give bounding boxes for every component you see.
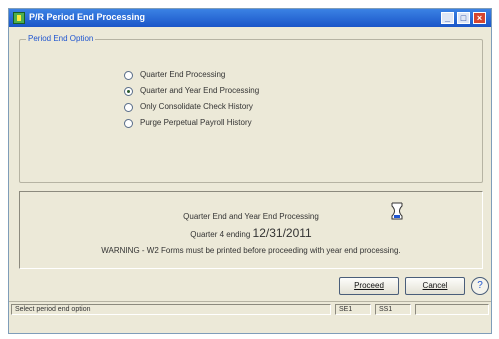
window-title: P/R Period End Processing	[29, 12, 146, 22]
maximize-button[interactable]: □	[457, 12, 470, 24]
option-label: Quarter End Processing	[140, 70, 226, 79]
status-user: SS1	[375, 304, 411, 315]
period-text: Quarter 4 ending	[190, 230, 251, 239]
status-bar: Select period end option SE1 SS1	[9, 301, 491, 315]
app-icon	[13, 12, 25, 24]
warning-text: WARNING - W2 Forms must be printed befor…	[101, 246, 401, 255]
minimize-button[interactable]: _	[441, 12, 454, 24]
hourglass-cursor-icon	[391, 202, 403, 220]
period-date: 12/31/2011	[252, 226, 312, 240]
cancel-button[interactable]: Cancel	[405, 277, 465, 295]
option-label: Only Consolidate Check History	[140, 102, 253, 111]
group-legend: Period End Option	[26, 34, 96, 43]
processing-mode-text: Quarter End and Year End Processing	[183, 212, 319, 221]
radio-button[interactable]	[124, 103, 133, 112]
radio-button[interactable]	[124, 119, 133, 128]
radio-button[interactable]	[124, 71, 133, 80]
help-button[interactable]: ?	[471, 277, 489, 295]
status-empty-cell	[415, 304, 489, 315]
radio-button-selected[interactable]	[124, 87, 133, 96]
option-label: Purge Perpetual Payroll History	[140, 118, 252, 127]
processing-info-panel: Quarter End and Year End Processing Quar…	[19, 191, 483, 269]
period-end-option-group: Period End Option Quarter End Processing…	[19, 34, 483, 183]
close-button[interactable]: ×	[473, 12, 486, 24]
period-line: Quarter 4 ending 12/31/2011	[20, 226, 482, 240]
status-message: Select period end option	[11, 304, 331, 315]
period-end-dialog: P/R Period End Processing _ □ × Period E…	[8, 8, 492, 334]
title-bar[interactable]: P/R Period End Processing _ □ ×	[9, 9, 491, 27]
status-company: SE1	[335, 304, 371, 315]
option-label: Quarter and Year End Processing	[140, 86, 260, 95]
proceed-button[interactable]: Proceed	[339, 277, 399, 295]
